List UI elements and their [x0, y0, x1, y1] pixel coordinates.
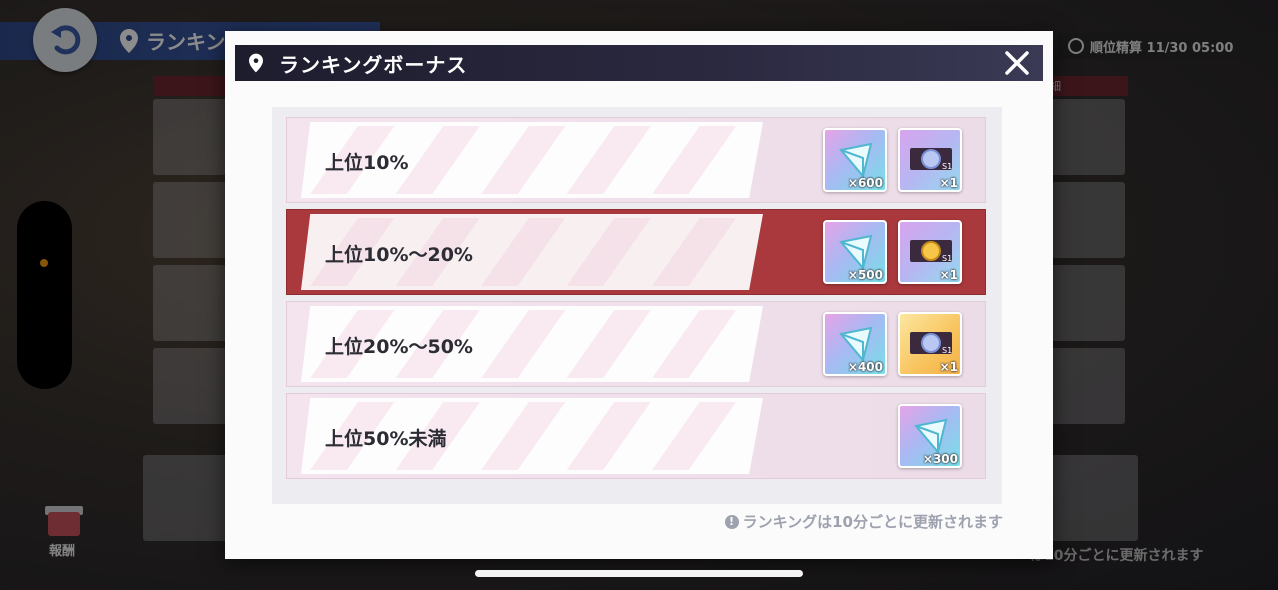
reward-qty: ×600	[847, 176, 883, 190]
tier-row: 上位50%未満 ×300	[286, 393, 986, 479]
svg-text:S1: S1	[942, 346, 952, 355]
tier-label: 上位20%〜50%	[325, 336, 473, 358]
ranking-bonus-modal: ランキングボーナス 上位10% ×600 S1 ×1 上位10%〜20% ×50…	[225, 31, 1053, 559]
reward-qty: ×1	[939, 176, 958, 190]
gem-reward-item[interactable]: ×300	[898, 404, 962, 468]
modal-title: ランキングボーナス	[279, 53, 468, 77]
reward-qty: ×400	[847, 360, 883, 374]
ticket-reward-item[interactable]: S1 ×1	[898, 220, 962, 284]
reward-qty: ×1	[939, 360, 958, 374]
close-icon[interactable]	[1003, 49, 1031, 77]
tier-row-current: 上位10%〜20% ×500 S1 ×1	[286, 209, 986, 295]
location-pin-icon	[249, 53, 263, 73]
home-indicator[interactable]	[475, 570, 803, 577]
tier-row: 上位10% ×600 S1 ×1	[286, 117, 986, 203]
svg-text:S1: S1	[942, 254, 952, 263]
tier-label: 上位50%未満	[325, 428, 447, 450]
update-note-text: ランキングは10分ごとに更新されます	[742, 513, 1003, 531]
reward-qty: ×300	[922, 452, 958, 466]
update-note: ! ランキングは10分ごとに更新されます	[724, 511, 1003, 532]
svg-text:S1: S1	[942, 162, 952, 171]
tier-label: 上位10%	[325, 152, 409, 174]
ticket-reward-item[interactable]: S1 ×1	[898, 312, 962, 376]
tier-label: 上位10%〜20%	[325, 244, 473, 266]
gem-reward-item[interactable]: ×400	[823, 312, 887, 376]
info-icon: !	[724, 514, 739, 529]
modal-header: ランキングボーナス	[235, 45, 1043, 81]
gem-reward-item[interactable]: ×500	[823, 220, 887, 284]
ticket-reward-item[interactable]: S1 ×1	[898, 128, 962, 192]
reward-qty: ×500	[847, 268, 883, 282]
tier-row: 上位20%〜50% ×400 S1 ×1	[286, 301, 986, 387]
gem-reward-item[interactable]: ×600	[823, 128, 887, 192]
tier-list: 上位10% ×600 S1 ×1 上位10%〜20% ×500 S1 ×1 上位…	[272, 107, 1002, 504]
reward-qty: ×1	[939, 268, 958, 282]
